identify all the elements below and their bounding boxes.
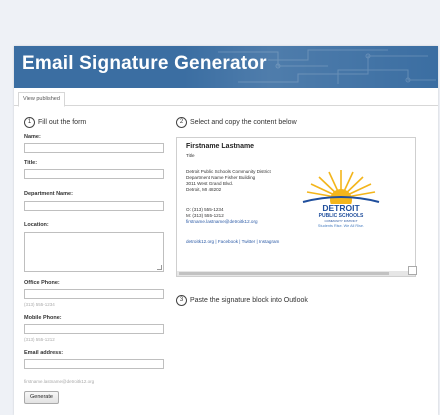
email-input[interactable] bbox=[24, 359, 164, 369]
sun-logo-icon bbox=[302, 170, 380, 211]
generate-button[interactable]: Generate bbox=[24, 391, 59, 404]
location-textarea[interactable] bbox=[24, 232, 164, 272]
tab-bar: View published bbox=[14, 89, 438, 107]
name-input[interactable] bbox=[24, 143, 164, 153]
logo-community-district: COMMUNITY DISTRICT bbox=[324, 219, 358, 223]
step-number: 2 bbox=[176, 117, 187, 128]
office-phone-input[interactable] bbox=[24, 289, 164, 299]
logo-tagline: Students Rise. We All Rise. bbox=[317, 224, 365, 228]
mobile-phone-label: Mobile Phone: bbox=[24, 315, 62, 321]
department-input[interactable] bbox=[24, 201, 164, 211]
step-1: 1 Fill out the form bbox=[24, 117, 86, 128]
mobile-phone-input[interactable] bbox=[24, 324, 164, 334]
email-label: Email address: bbox=[24, 350, 64, 356]
signature-preview[interactable]: Firstname Lastname Title Detroit Public … bbox=[176, 137, 416, 277]
resize-handle-icon[interactable] bbox=[408, 266, 417, 275]
step-label: Paste the signature block into Outlook bbox=[190, 297, 308, 304]
signature-title: Title bbox=[186, 153, 195, 158]
page-title: Email Signature Generator bbox=[22, 53, 267, 74]
office-phone-hint: (313) 555-1234 bbox=[24, 302, 55, 307]
signature-address-line: Detroit, MI 48202 bbox=[186, 187, 222, 192]
step-3: 3 Paste the signature block into Outlook bbox=[176, 295, 308, 306]
mobile-phone-hint: (313) 555-1212 bbox=[24, 337, 55, 342]
step-number: 1 bbox=[24, 117, 35, 128]
email-hint: firstname.lastname@detroitk12.org bbox=[24, 379, 95, 384]
location-label: Location: bbox=[24, 222, 49, 228]
department-label: Department Name: bbox=[24, 191, 73, 197]
logo-detroit: DETROIT bbox=[322, 203, 360, 213]
scrollbar-thumb[interactable] bbox=[179, 272, 389, 275]
signature-links[interactable]: detroitk12.org | Facebook | Twitter | In… bbox=[186, 239, 279, 245]
signature-name: Firstname Lastname bbox=[186, 143, 255, 150]
title-input[interactable] bbox=[24, 169, 164, 179]
header-banner: Email Signature Generator bbox=[14, 46, 438, 88]
step-label: Select and copy the content below bbox=[190, 119, 297, 126]
title-label: Title: bbox=[24, 160, 38, 166]
step-label: Fill out the form bbox=[38, 119, 87, 126]
dpscd-logo: DETROIT PUBLIC SCHOOLS COMMUNITY DISTRIC… bbox=[295, 168, 387, 232]
step-2: 2 Select and copy the content below bbox=[176, 117, 297, 128]
name-label: Name: bbox=[24, 134, 41, 140]
tab-view-published[interactable]: View published bbox=[18, 92, 65, 107]
step-number: 3 bbox=[176, 295, 187, 306]
horizontal-scrollbar[interactable] bbox=[177, 271, 415, 276]
signature-email-link[interactable]: firstname.lastname@detroitk12.org bbox=[186, 219, 258, 225]
office-phone-label: Office Phone: bbox=[24, 280, 60, 286]
resize-grip-icon[interactable] bbox=[157, 265, 162, 270]
